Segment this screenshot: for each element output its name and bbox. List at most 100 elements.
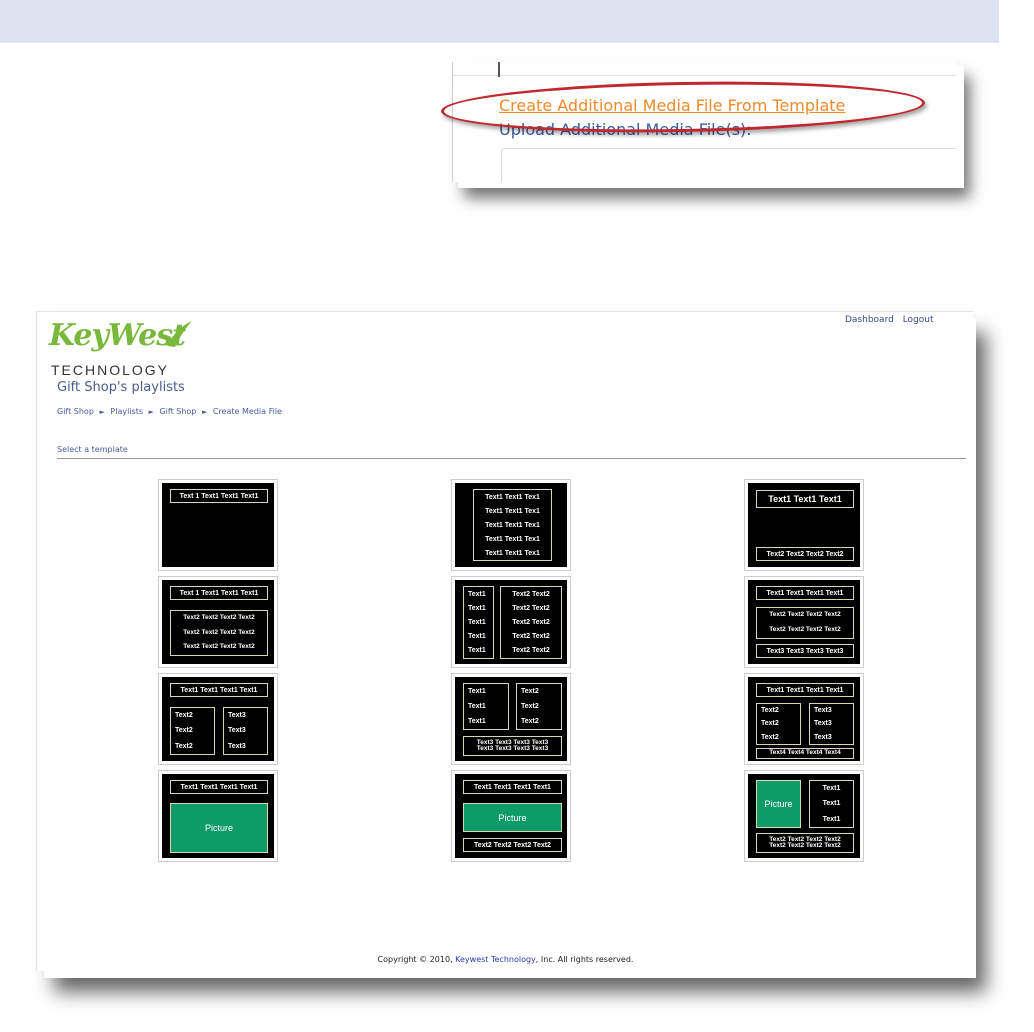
text-line: Text1 (468, 633, 486, 641)
text-region: Text2 Text2 Text2 Text2 (756, 547, 854, 561)
text-region: Text3 Text3 Text3 Text3 Text3 Text3 Text… (463, 736, 562, 756)
text-region: Text1 Text1 Text1 (463, 683, 509, 730)
text-line: Text2 Text2 (512, 633, 550, 641)
text-region: Text1 Text1 Tex1 Text1 Text1 Tex1 Text1 … (473, 489, 552, 561)
text-line: Text1 (468, 604, 486, 612)
text-line: Text3 Text3 Text3 Text3 (476, 745, 549, 752)
keywest-logo[interactable]: KeyWest TECHNOLOGY (47, 318, 197, 378)
text-region: Text4 Text4 Text4 Text4 (756, 748, 854, 759)
template-thumbnail-5[interactable]: Text1 Text1 Text1 Text1 Text1 Text2 Text… (451, 576, 571, 668)
inset-divider (453, 62, 956, 76)
text-line: Text1 (822, 815, 841, 823)
text-line: Text1 Text1 Tex1 (485, 493, 540, 501)
breadcrumb-separator: ► (148, 408, 154, 416)
text-region: Text1 Text1 Text1 Text1 (170, 683, 268, 697)
text-line: Text3 (814, 733, 832, 741)
text-line: Text2 Text2 Text2 Text2 (769, 626, 841, 634)
text-line: Text2 (521, 718, 539, 725)
template-thumbnail-6[interactable]: Text1 Text1 Text1 Text1 Text2 Text2 Text… (744, 576, 864, 668)
text-line: Text3 (228, 712, 246, 720)
text-region: Text1 Text1 Text1 Text1 (756, 586, 854, 600)
text-line: Text2 Text2 (512, 618, 550, 626)
text-region: Text 1 Text1 Text1 Text1 (170, 489, 268, 503)
text-region: Text3 Text3 Text3 (809, 703, 854, 745)
dashboard-link[interactable]: Dashboard (845, 315, 894, 325)
text-line: Text2 (521, 703, 539, 710)
keywest-technology-link[interactable]: Keywest Technology (455, 955, 536, 964)
text-region: Text2 Text2 Text2 (516, 683, 562, 730)
text-line: Text1 (822, 785, 841, 793)
text-line: Text2 Text2 Text2 Text2 (183, 628, 255, 636)
template-thumbnail-8[interactable]: Text1 Text1 Text1 Text2 Text2 Text2 Text… (451, 673, 571, 765)
text-line: Text1 (468, 618, 486, 626)
text-line: Text1 Text1 Tex1 (485, 535, 540, 543)
text-line: Text1 (822, 800, 841, 808)
text-line: Text2 Text2 Text2 Text2 (769, 611, 841, 619)
text-line: Text2 (175, 712, 193, 720)
text-region: Text1 Text1 Text1 Text1 (463, 780, 562, 794)
text-line: Text1 Text1 Tex1 (485, 507, 540, 515)
text-line: Text1 (468, 718, 486, 725)
text-region: Text2 Text2 Text2 Text2 Text2 Text2 Text… (756, 607, 854, 639)
text-line: Text2 Text2 Text2 Text2 (183, 614, 255, 622)
text-line: Text1 (468, 590, 486, 598)
template-thumbnail-3[interactable]: Text1 Text1 Text1 Text2 Text2 Text2 Text… (744, 479, 864, 571)
template-thumbnail-12[interactable]: Picture Text1 Text1 Text1 Text2 Text2 Te… (744, 770, 864, 862)
text-line: Text1 Text1 Tex1 (485, 549, 540, 557)
text-line: Text2 (761, 707, 779, 715)
text-line: Text2 Text2 (512, 604, 550, 612)
text-line: Text1 (468, 688, 486, 695)
logout-link[interactable]: Logout (903, 315, 934, 325)
text-region: Text2 Text2 Text2 (170, 707, 215, 755)
text-region: Text1 Text1 Text1 Text1 (756, 683, 854, 697)
inset-upload-box (501, 148, 956, 182)
template-thumbnail-2[interactable]: Text1 Text1 Tex1 Text1 Text1 Tex1 Text1 … (451, 479, 571, 571)
text-region: Text2 Text2 Text2 Text2 (463, 838, 562, 852)
text-line: Text3 (228, 727, 246, 735)
page-title: Gift Shop's playlists (57, 380, 185, 395)
text-line: Text1 Text1 Tex1 (485, 521, 540, 529)
app-window: KeyWest TECHNOLOGY Dashboard Logout Gift… (36, 311, 973, 971)
text-line: Text2 (175, 742, 193, 750)
text-line: Text3 (814, 720, 832, 728)
text-region: Text2 Text2 Text2 (756, 703, 801, 745)
text-line: Text2 Text2 Text2 Text2 (183, 643, 255, 651)
text-line: Text1 (468, 647, 486, 655)
text-region: Text 1 Text1 Text1 Text1 (170, 586, 268, 600)
picture-region: Picture (463, 803, 562, 832)
template-thumbnail-4[interactable]: Text 1 Text1 Text1 Text1 Text2 Text2 Tex… (158, 576, 278, 668)
copyright-text: Copyright © 2010, (377, 955, 453, 964)
text-line: Text2 (761, 720, 779, 728)
text-region: Text1 Text1 Text1 Text1 Text1 (463, 586, 494, 659)
template-thumbnail-10[interactable]: Text1 Text1 Text1 Text1 Picture (158, 770, 278, 862)
breadcrumb-gift-shop[interactable]: Gift Shop (57, 407, 94, 416)
text-line: Text2 Text2 Text2 Text2 (769, 842, 841, 849)
template-thumbnail-9[interactable]: Text1 Text1 Text1 Text1 Text2 Text2 Text… (744, 673, 864, 765)
text-line: Text2 (761, 733, 779, 741)
template-thumbnail-11[interactable]: Text1 Text1 Text1 Text1 Picture Text2 Te… (451, 770, 571, 862)
text-region: Text1 Text1 Text1 (809, 780, 854, 828)
top-links: Dashboard Logout (845, 315, 940, 325)
template-thumbnail-1[interactable]: Text 1 Text1 Text1 Text1 (158, 479, 278, 571)
text-line: Text1 (468, 703, 486, 710)
breadcrumb-gift-shop-playlist[interactable]: Gift Shop (159, 407, 196, 416)
text-region: Text2 Text2 Text2 Text2 Text2 Text2 Text… (500, 586, 562, 659)
text-region: Text1 Text1 Text1 (756, 490, 854, 508)
footer: Copyright © 2010, Keywest Technology, In… (37, 955, 974, 964)
breadcrumb-playlists[interactable]: Playlists (110, 407, 143, 416)
picture-region: Picture (756, 780, 801, 828)
breadcrumb: Gift Shop ► Playlists ► Gift Shop ► Crea… (57, 407, 282, 416)
section-divider (57, 458, 966, 459)
breadcrumb-separator: ► (99, 408, 105, 416)
leaf-swoosh-icon (167, 321, 192, 347)
text-region: Text2 Text2 Text2 Text2 Text2 Text2 Text… (756, 833, 854, 853)
breadcrumb-create-media-file: Create Media File (212, 407, 282, 416)
text-line: Text2 (521, 688, 539, 695)
text-region: Text2 Text2 Text2 Text2 Text2 Text2 Text… (170, 610, 268, 656)
text-region: Text3 Text3 Text3 (223, 707, 268, 755)
text-line: Text2 (175, 727, 193, 735)
text-region: Text3 Text3 Text3 Text3 (756, 644, 854, 658)
template-thumbnail-7[interactable]: Text1 Text1 Text1 Text1 Text2 Text2 Text… (158, 673, 278, 765)
logo-subtitle: TECHNOLOGY (51, 362, 170, 378)
text-line: Text2 Text2 (512, 647, 550, 655)
